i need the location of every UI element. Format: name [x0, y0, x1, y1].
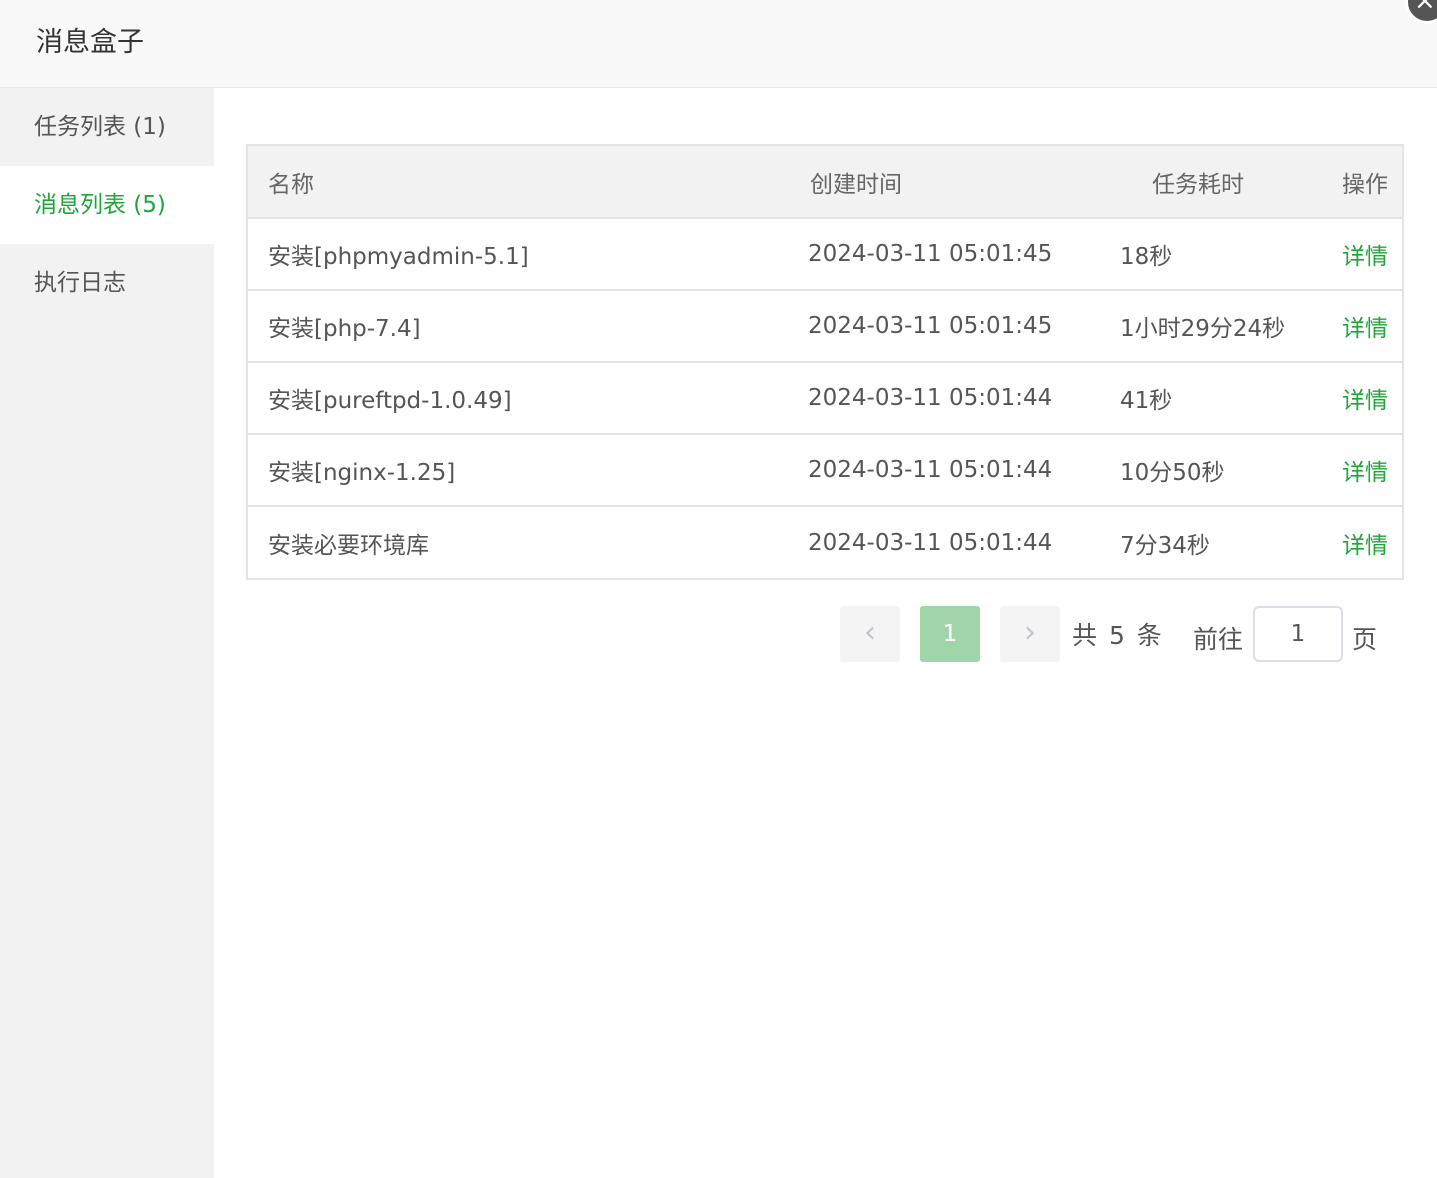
sidebar-item-message-list[interactable]: 消息列表 (5)	[0, 166, 214, 244]
cell-created: 2024-03-11 05:01:44	[808, 529, 1053, 556]
table-row: 安装[php-7.4] 2024-03-11 05:01:45 1小时29分24…	[248, 290, 1402, 362]
prev-page-button[interactable]: ‹	[840, 606, 900, 662]
cell-duration: 41秒	[1120, 388, 1173, 414]
next-page-button[interactable]: ›	[1000, 606, 1060, 662]
cell-name: 安装[phpmyadmin-5.1]	[268, 244, 529, 270]
detail-link[interactable]: 详情	[1342, 460, 1388, 486]
dialog-title: 消息盒子	[36, 27, 144, 58]
cell-created: 2024-03-11 05:01:45	[808, 313, 1053, 339]
column-header-action: 操作	[1342, 171, 1388, 198]
table-row: 安装必要环境库 2024-03-11 05:01:44 7分34秒 详情	[248, 506, 1402, 578]
message-table: 名称 创建时间 任务耗时 操作 安装[phpmyadmin-5.1] 2024-…	[246, 144, 1404, 580]
sidebar-item-task-list[interactable]: 任务列表 (1)	[0, 88, 214, 166]
cell-duration: 7分34秒	[1120, 532, 1210, 559]
detail-link[interactable]: 详情	[1342, 316, 1388, 342]
chevron-left-icon: ‹	[864, 615, 876, 650]
chevron-right-icon: ›	[1024, 615, 1036, 650]
cell-duration: 1小时29分24秒	[1120, 316, 1286, 342]
detail-link[interactable]: 详情	[1342, 244, 1388, 270]
detail-link[interactable]: 详情	[1342, 388, 1388, 414]
table-row: 安装[phpmyadmin-5.1] 2024-03-11 05:01:45 1…	[248, 218, 1402, 290]
column-header-duration: 任务耗时	[1152, 171, 1244, 198]
column-header-created: 创建时间	[810, 171, 902, 198]
cell-name: 安装[pureftpd-1.0.49]	[268, 388, 512, 414]
detail-link[interactable]: 详情	[1342, 533, 1388, 559]
table-header-row: 名称 创建时间 任务耗时 操作	[248, 146, 1402, 218]
total-count: 共 5 条	[1072, 621, 1164, 650]
cell-name: 安装必要环境库	[268, 532, 429, 559]
pagination: ‹ 1 › 共 5 条 前往 页	[840, 606, 1400, 662]
cell-name: 安装[nginx-1.25]	[268, 460, 456, 486]
table-row: 安装[nginx-1.25] 2024-03-11 05:01:44 10分50…	[248, 434, 1402, 506]
cell-name: 安装[php-7.4]	[268, 316, 421, 342]
cell-created: 2024-03-11 05:01:44	[808, 457, 1053, 483]
page-unit-label: 页	[1352, 625, 1378, 654]
cell-duration: 18秒	[1120, 244, 1173, 270]
cell-created: 2024-03-11 05:01:45	[808, 241, 1053, 267]
cell-created: 2024-03-11 05:01:44	[808, 385, 1053, 411]
dialog-header: 消息盒子	[0, 0, 1437, 88]
sidebar-item-execution-log[interactable]: 执行日志	[0, 244, 214, 322]
column-header-name: 名称	[268, 171, 314, 198]
cell-duration: 10分50秒	[1120, 460, 1225, 486]
goto-label: 前往	[1193, 625, 1244, 654]
page-number-button[interactable]: 1	[920, 606, 980, 662]
table-row: 安装[pureftpd-1.0.49] 2024-03-11 05:01:44 …	[248, 362, 1402, 434]
goto-page-input[interactable]	[1253, 606, 1343, 662]
main-content: 名称 创建时间 任务耗时 操作 安装[phpmyadmin-5.1] 2024-…	[214, 88, 1437, 1178]
sidebar: 任务列表 (1) 消息列表 (5) 执行日志	[0, 88, 214, 1178]
